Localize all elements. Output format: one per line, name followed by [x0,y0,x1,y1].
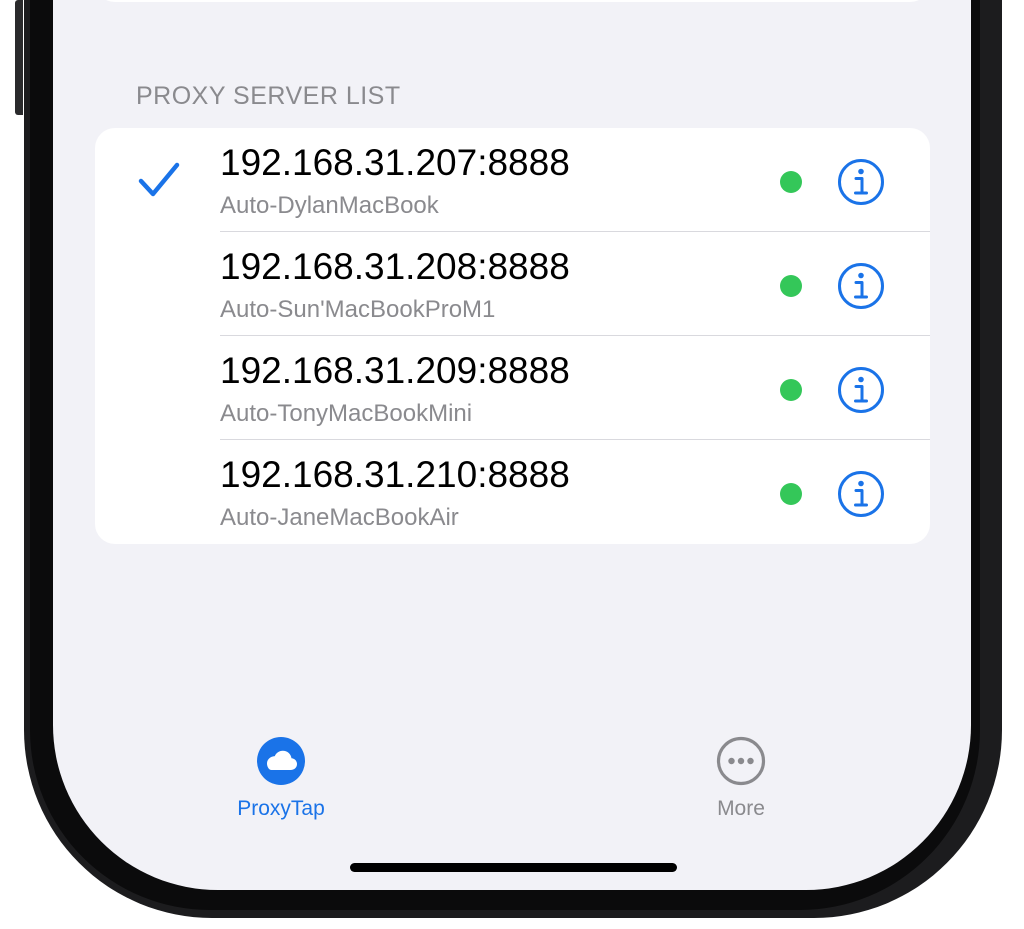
status-dot-icon [780,275,802,297]
server-address: 192.168.31.207:8888 [220,142,570,183]
previous-section-card [95,0,930,2]
server-row[interactable]: 192.168.31.210:8888 Auto-JaneMacBookAir [95,440,930,544]
status-dot-icon [780,379,802,401]
proxy-server-list: 192.168.31.207:8888 Auto-DylanMacBook 19… [95,128,930,544]
info-circle-icon[interactable] [837,262,885,310]
server-name: Auto-DylanMacBook [220,192,439,219]
checkmark-icon [138,162,180,197]
phone-device: PROXY SERVER LIST 192.168.31.207:8888 Au… [0,0,1024,920]
server-row[interactable]: 192.168.31.209:8888 Auto-TonyMacBookMini [95,336,930,440]
cloud-icon [257,737,305,785]
status-dot-icon [780,171,802,193]
status-dot-icon [780,483,802,505]
info-circle-icon[interactable] [837,470,885,518]
tab-label: More [717,797,765,820]
server-address: 192.168.31.209:8888 [220,350,570,391]
server-row[interactable]: 192.168.31.207:8888 Auto-DylanMacBook [95,128,930,232]
server-name: Auto-TonyMacBookMini [220,400,473,427]
home-indicator[interactable] [350,863,677,872]
tab-label: ProxyTap [237,797,325,820]
side-button [15,0,23,115]
server-address: 192.168.31.208:8888 [220,246,570,287]
info-circle-icon[interactable] [837,366,885,414]
server-row[interactable]: 192.168.31.208:8888 Auto-Sun'MacBookProM… [95,232,930,336]
server-name: Auto-Sun'MacBookProM1 [220,296,496,323]
server-name: Auto-JaneMacBookAir [220,504,459,531]
section-header: PROXY SERVER LIST [136,82,401,110]
tab-more[interactable]: More [641,735,841,821]
info-circle-icon[interactable] [837,158,885,206]
server-address: 192.168.31.210:8888 [220,454,570,495]
tab-proxytap[interactable]: ProxyTap [181,735,381,821]
ellipsis-circle-icon [716,736,766,786]
screen: PROXY SERVER LIST 192.168.31.207:8888 Au… [53,0,971,890]
